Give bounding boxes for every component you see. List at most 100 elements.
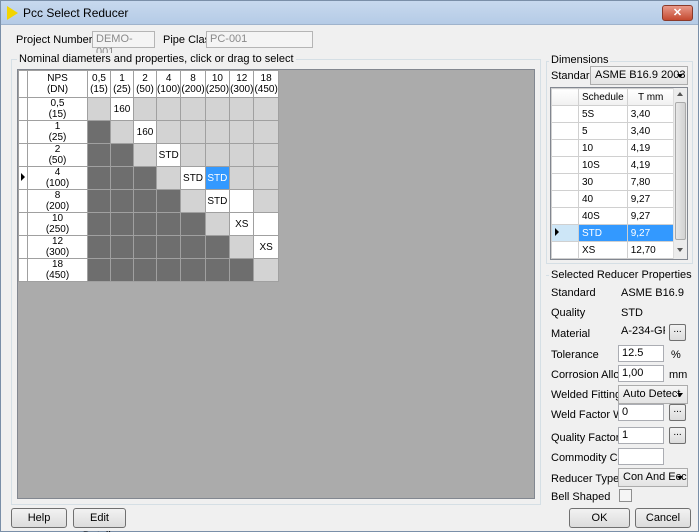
help-button[interactable]: Help: [11, 508, 67, 528]
nps-matrix[interactable]: NPS (DN) 0,5 (15) 1 (25) 2 (50) 4 (100) 8 (200) 10 (2…: [18, 70, 279, 282]
matrix-cell[interactable]: [133, 258, 157, 282]
material-browse-button[interactable]: ...: [669, 324, 686, 341]
matrix-cell[interactable]: [155, 120, 182, 144]
schedule-scrollbar[interactable]: [673, 88, 687, 259]
matrix-cell[interactable]: STD: [204, 166, 231, 190]
schedule-cell[interactable]: 30: [578, 173, 628, 191]
column-header[interactable]: 0,5 (15): [87, 70, 111, 98]
matrix-cell[interactable]: [180, 120, 206, 144]
ok-button[interactable]: OK: [569, 508, 630, 528]
schedule-cell[interactable]: 10: [578, 139, 628, 157]
project-number-field[interactable]: DEMO-001: [92, 31, 155, 58]
matrix-cell[interactable]: [155, 258, 182, 282]
matrix-cell[interactable]: [155, 189, 182, 213]
cancel-button[interactable]: Cancel: [635, 508, 691, 528]
matrix-cell[interactable]: [253, 189, 279, 213]
matrix-row[interactable]: 12 (300) XS: [18, 235, 279, 259]
schedule-row[interactable]: 30 7,80: [551, 173, 675, 191]
dim-standard-select[interactable]: ASME B16.9 2003: [590, 66, 688, 85]
schedule-cell[interactable]: 3,40: [626, 105, 675, 123]
quality-factor-input[interactable]: 1: [618, 427, 664, 444]
schedule-row[interactable]: 5 3,40: [551, 122, 675, 140]
matrix-cell[interactable]: XS: [253, 235, 279, 259]
schedule-cell[interactable]: 10S: [578, 156, 628, 174]
matrix-row[interactable]: 4 (100) STD STD: [18, 166, 279, 190]
row-header[interactable]: 10 (250): [27, 212, 88, 236]
matrix-cell[interactable]: [253, 258, 279, 282]
pipe-class-field[interactable]: PC-001: [206, 31, 313, 48]
matrix-cell[interactable]: [110, 189, 134, 213]
matrix-cell[interactable]: [180, 258, 206, 282]
matrix-cell[interactable]: [133, 212, 157, 236]
weld-factor-browse-button[interactable]: ...: [669, 404, 686, 421]
close-button[interactable]: ✕: [662, 5, 693, 21]
schedule-cell[interactable]: 5S: [578, 105, 628, 123]
matrix-cell[interactable]: [229, 189, 255, 213]
commodity-code-input[interactable]: [618, 448, 664, 465]
matrix-cell[interactable]: STD: [204, 189, 231, 213]
schedule-cell[interactable]: 3,40: [626, 122, 675, 140]
welded-fitting-select[interactable]: Auto Detect: [618, 385, 688, 404]
schedule-cell[interactable]: 4,19: [626, 139, 675, 157]
matrix-cell[interactable]: [155, 97, 182, 121]
row-header[interactable]: 8 (200): [27, 189, 88, 213]
schedule-cell[interactable]: 40: [578, 190, 628, 208]
schedule-row[interactable]: 10S 4,19: [551, 156, 675, 174]
schedule-column-header[interactable]: T mm: [626, 88, 675, 106]
row-header[interactable]: 0,5 (15): [27, 97, 88, 121]
matrix-cell[interactable]: [87, 120, 111, 144]
matrix-cell[interactable]: [204, 258, 231, 282]
schedule-cell[interactable]: STD: [578, 224, 628, 242]
matrix-cell[interactable]: [229, 120, 255, 144]
matrix-cell[interactable]: [204, 97, 231, 121]
matrix-cell[interactable]: [87, 212, 111, 236]
matrix-cell[interactable]: [110, 120, 134, 144]
schedule-cell[interactable]: 9,27: [626, 190, 675, 208]
matrix-row[interactable]: 18 (450): [18, 258, 279, 282]
column-header[interactable]: 2 (50): [133, 70, 157, 98]
schedule-row[interactable]: XS 12,70: [551, 241, 675, 259]
matrix-row[interactable]: 1 (25) 160: [18, 120, 279, 144]
matrix-cell[interactable]: 160: [133, 120, 157, 144]
matrix-cell[interactable]: [133, 143, 157, 167]
matrix-cell[interactable]: [180, 143, 206, 167]
matrix-cell[interactable]: [110, 235, 134, 259]
matrix-cell[interactable]: [110, 166, 134, 190]
matrix-cell[interactable]: [180, 212, 206, 236]
schedule-cell[interactable]: 40S: [578, 207, 628, 225]
matrix-cell[interactable]: [253, 120, 279, 144]
scroll-down-icon[interactable]: [677, 248, 683, 252]
matrix-cell[interactable]: [87, 235, 111, 259]
column-header[interactable]: 10 (250): [204, 70, 231, 98]
matrix-cell[interactable]: [229, 258, 255, 282]
matrix-cell[interactable]: XS: [229, 212, 255, 236]
matrix-cell[interactable]: [253, 97, 279, 121]
matrix-cell[interactable]: [133, 166, 157, 190]
schedule-cell[interactable]: XS: [578, 241, 628, 259]
column-header[interactable]: 4 (100): [155, 70, 182, 98]
scroll-thumb[interactable]: [675, 102, 686, 240]
nps-matrix-area[interactable]: NPS (DN) 0,5 (15) 1 (25) 2 (50) 4 (100) 8 (200) 10 (2…: [17, 69, 535, 499]
matrix-cell[interactable]: [87, 166, 111, 190]
column-header[interactable]: 8 (200): [180, 70, 206, 98]
schedule-table[interactable]: Schedule T mm 5S 3,40 5 3,40 10 4,19 10S 4,19 30 7,…: [551, 88, 675, 259]
matrix-cell[interactable]: [110, 143, 134, 167]
schedule-row[interactable]: 40 9,27: [551, 190, 675, 208]
matrix-cell[interactable]: [180, 97, 206, 121]
matrix-cell[interactable]: [204, 120, 231, 144]
matrix-cell[interactable]: [155, 235, 182, 259]
matrix-cell[interactable]: [253, 166, 279, 190]
matrix-row[interactable]: 10 (250) XS: [18, 212, 279, 236]
row-header[interactable]: 1 (25): [27, 120, 88, 144]
matrix-cell[interactable]: [155, 212, 182, 236]
matrix-row[interactable]: 2 (50) STD: [18, 143, 279, 167]
matrix-cell[interactable]: [229, 143, 255, 167]
matrix-cell[interactable]: [204, 212, 231, 236]
schedule-column-header[interactable]: Schedule: [578, 88, 628, 106]
matrix-cell[interactable]: [229, 97, 255, 121]
schedule-grid[interactable]: Schedule T mm 5S 3,40 5 3,40 10 4,19 10S 4,19 30 7,…: [550, 87, 688, 260]
schedule-cell[interactable]: 12,70: [626, 241, 675, 259]
column-header[interactable]: 12 (300): [229, 70, 255, 98]
matrix-cell[interactable]: [133, 235, 157, 259]
matrix-cell[interactable]: [87, 189, 111, 213]
